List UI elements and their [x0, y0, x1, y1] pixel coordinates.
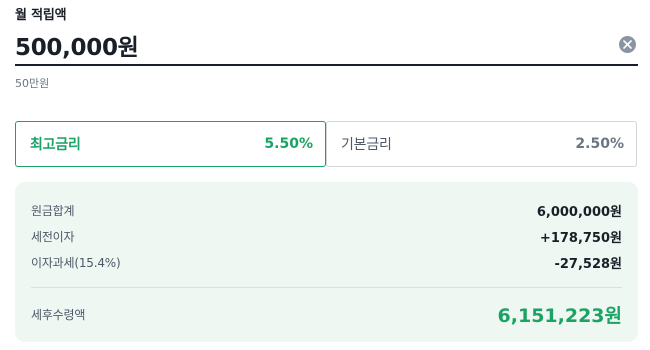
interest-tax-label: 이자과세(15.4%)	[31, 255, 121, 270]
principal-value: 6,000,000원	[536, 204, 622, 220]
summary-divider	[31, 287, 622, 288]
monthly-deposit-field[interactable]: 500,000원	[15, 24, 638, 66]
pretax-interest-row: 세전이자 +178,750원	[31, 226, 622, 246]
close-circle-icon[interactable]	[619, 36, 636, 53]
principal-label: 원금합계	[31, 203, 75, 218]
after-tax-total-value: 6,151,223원	[497, 304, 622, 327]
base-rate-label: 기본금리	[341, 137, 392, 153]
pretax-interest-label: 세전이자	[31, 229, 75, 244]
base-rate-option[interactable]: 기본금리 2.50%	[326, 121, 637, 167]
best-rate-option[interactable]: 최고금리 5.50%	[15, 121, 326, 167]
principal-row: 원금합계 6,000,000원	[31, 200, 622, 220]
savings-calculator: 월 적립액 500,000원 50만원 최고금리 5.50% 기본금리 2.50…	[0, 0, 650, 350]
monthly-deposit-value[interactable]: 500,000원	[15, 28, 139, 62]
after-tax-total-label: 세후수령액	[31, 307, 86, 322]
close-icon	[623, 40, 632, 49]
interest-tax-value: -27,528원	[554, 256, 622, 272]
after-tax-total-row: 세후수령액 6,151,223원	[31, 304, 622, 327]
monthly-deposit-label: 월 적립액	[15, 8, 67, 23]
best-rate-label: 최고금리	[30, 137, 81, 153]
pretax-interest-value: +178,750원	[539, 230, 622, 246]
result-summary-card: 원금합계 6,000,000원 세전이자 +178,750원 이자과세(15.4…	[15, 182, 638, 342]
interest-tax-row: 이자과세(15.4%) -27,528원	[31, 252, 622, 272]
amount-hint: 50만원	[15, 77, 50, 90]
base-rate-value: 2.50%	[575, 136, 624, 152]
best-rate-value: 5.50%	[264, 136, 313, 152]
